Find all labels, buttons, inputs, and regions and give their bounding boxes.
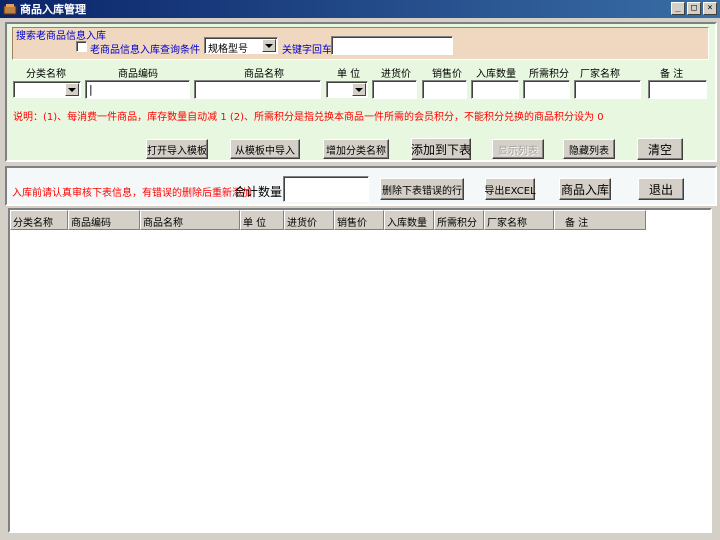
- column-header[interactable]: 商品名称: [140, 210, 240, 230]
- unit-label: 单 位: [337, 69, 361, 80]
- sale-price-label: 销售价: [432, 69, 462, 80]
- remark-label: 备 注: [660, 69, 684, 80]
- old-product-checkbox[interactable]: [76, 41, 87, 52]
- manufacturer-label: 厂家名称: [580, 69, 620, 80]
- table-header: 分类名称 商品编码 商品名称 单 位 进货价 销售价 入库数量 所需积分 厂家名…: [10, 210, 646, 230]
- chevron-down-icon[interactable]: [352, 83, 366, 96]
- clear-button[interactable]: 清空: [637, 138, 683, 160]
- points-label: 所需积分: [529, 69, 569, 80]
- maximize-button[interactable]: □: [687, 2, 701, 15]
- delete-error-rows-button[interactable]: 删除下表错误的行: [380, 178, 464, 200]
- title-bar: 商品入库管理 _ □ ×: [0, 0, 720, 18]
- quantity-input[interactable]: [471, 80, 519, 99]
- window-title: 商品入库管理: [20, 3, 86, 16]
- total-quantity-field: [283, 176, 369, 202]
- instruction-note: 说明：(1)、每消费一件商品，库存数量自动减 1 (2)、所需积分是指兑换本商品…: [13, 112, 604, 123]
- query-condition-value: 规格型号: [208, 44, 248, 55]
- old-product-checkbox-label: 老商品信息入库: [90, 45, 160, 56]
- sale-price-input[interactable]: [422, 80, 467, 99]
- purchase-price-input[interactable]: [372, 80, 417, 99]
- name-label: 商品名称: [244, 69, 284, 80]
- column-header[interactable]: 销售价: [334, 210, 384, 230]
- category-select[interactable]: [13, 81, 81, 98]
- column-header[interactable]: 入库数量: [384, 210, 434, 230]
- stock-in-button[interactable]: 商品入库: [559, 178, 611, 200]
- search-group-title: 搜索老商品信息入库: [16, 31, 106, 42]
- exit-button[interactable]: 退出: [638, 178, 684, 200]
- column-header[interactable]: 所需积分: [434, 210, 484, 230]
- total-quantity-label: 合计数量: [234, 185, 283, 199]
- keyword-input[interactable]: [331, 36, 453, 55]
- column-header[interactable]: 商品编码: [68, 210, 140, 230]
- chevron-down-icon[interactable]: [65, 83, 79, 96]
- import-from-template-button[interactable]: 从模板中导入: [230, 139, 300, 159]
- column-header[interactable]: 备 注: [554, 210, 646, 230]
- open-template-button[interactable]: 打开导入模板: [146, 139, 208, 159]
- stock-in-table[interactable]: 分类名称 商品编码 商品名称 单 位 进货价 销售价 入库数量 所需积分 厂家名…: [8, 208, 712, 533]
- name-input[interactable]: [194, 80, 321, 99]
- query-condition-select[interactable]: 规格型号: [204, 37, 278, 55]
- add-to-table-button[interactable]: 添加到下表: [411, 138, 471, 160]
- unit-select[interactable]: [326, 81, 368, 98]
- column-header[interactable]: 进货价: [284, 210, 334, 230]
- show-list-button[interactable]: 显示列表: [492, 139, 544, 159]
- column-header[interactable]: 厂家名称: [484, 210, 554, 230]
- code-input[interactable]: [85, 80, 190, 99]
- export-excel-button[interactable]: 导出EXCEL: [484, 178, 536, 200]
- remark-input[interactable]: [648, 80, 707, 99]
- query-condition-label: 查询条件: [160, 45, 200, 56]
- column-header[interactable]: 分类名称: [10, 210, 68, 230]
- close-button[interactable]: ×: [703, 2, 717, 15]
- manufacturer-input[interactable]: [574, 80, 641, 99]
- chevron-down-icon[interactable]: [262, 39, 276, 52]
- minimize-button[interactable]: _: [671, 2, 685, 15]
- quantity-label: 入库数量: [476, 69, 516, 80]
- hide-list-button[interactable]: 隐藏列表: [563, 139, 615, 159]
- points-input[interactable]: [523, 80, 570, 99]
- review-warning: 入库前请认真审核下表信息，有错误的删除后重新添加: [12, 188, 252, 199]
- code-label: 商品编码: [118, 69, 158, 80]
- app-icon: [3, 4, 17, 15]
- purchase-price-label: 进货价: [381, 69, 411, 80]
- keyword-label: 关键字回车: [282, 45, 332, 56]
- category-label: 分类名称: [26, 69, 66, 80]
- add-category-button[interactable]: 增加分类名称: [323, 139, 389, 159]
- column-header[interactable]: 单 位: [240, 210, 284, 230]
